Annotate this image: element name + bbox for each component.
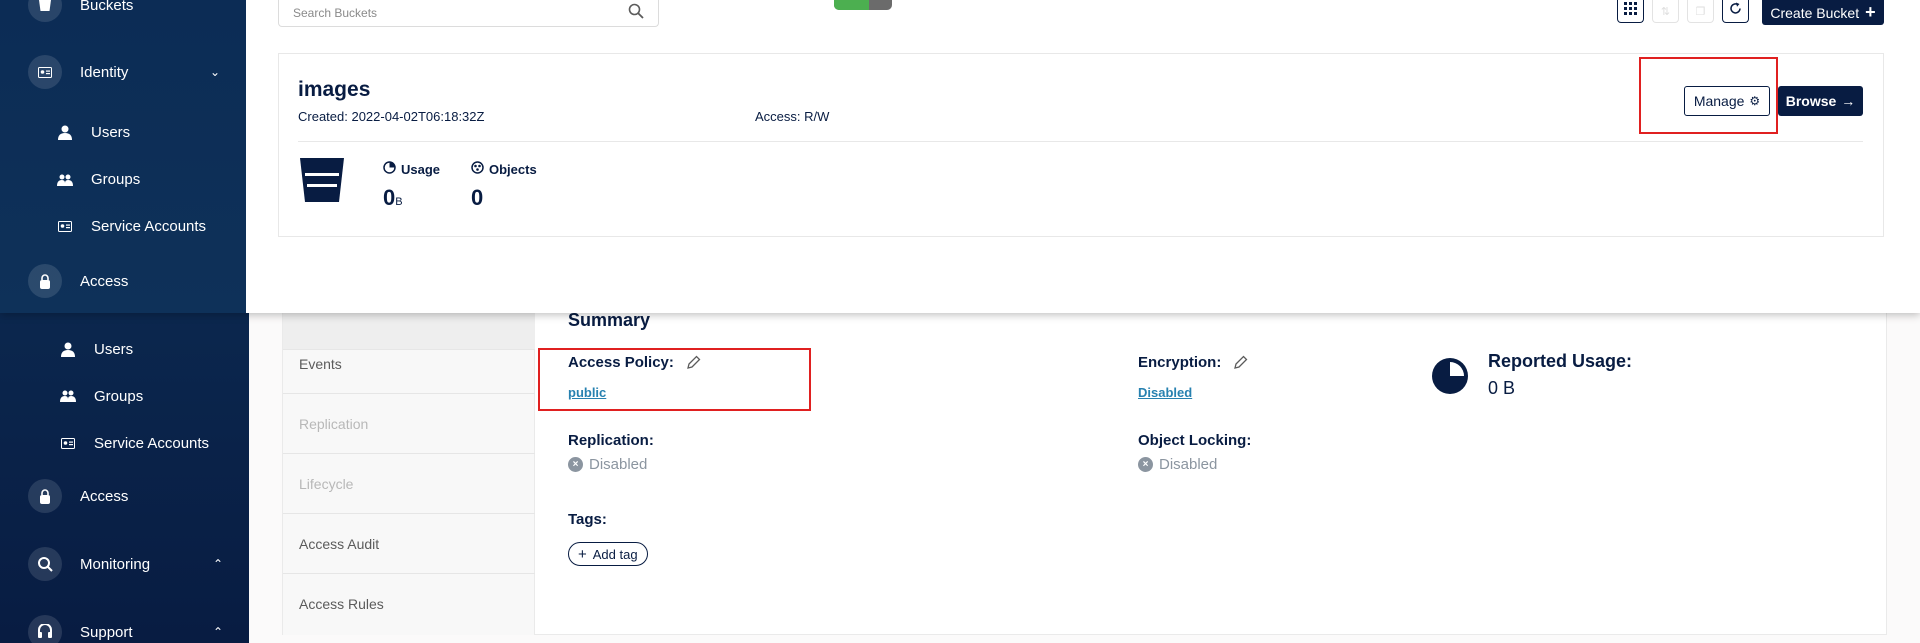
sidebar: Buckets Identity ⌄ Users Groups Service … [0,0,246,313]
sidebar-item-label: Support [80,623,133,641]
add-tag-button[interactable]: + Add tag [568,542,648,566]
chevron-up-icon[interactable]: ⌃ [213,557,223,571]
create-bucket-button[interactable]: Create Bucket + [1762,0,1884,25]
id-card-icon [28,55,62,89]
sidebar-item-monitoring[interactable]: Monitoring ⌃ [28,547,249,581]
search-buckets-field[interactable]: Search Buckets [278,0,659,27]
sidebar-item-buckets[interactable]: Buckets [28,0,133,22]
object-locking-status: × Disabled [1138,456,1217,473]
grid-icon [1624,2,1637,20]
object-locking-label: Object Locking: [1138,432,1252,449]
sidebar-item-label: Groups [91,171,141,188]
replication-status: × Disabled [568,456,647,473]
sidebar-item-identity[interactable]: Identity ⌄ [28,55,246,89]
tags-label: Tags: [568,511,607,528]
sidebar-item-access[interactable]: Access [28,264,128,298]
bucket-list-overlay: Buckets Identity ⌄ Users Groups Service … [0,0,1920,313]
browse-button[interactable]: Browse → [1778,86,1863,116]
chevron-up-icon[interactable]: ⌃ [213,625,223,639]
sidebar-item-label: Identity [80,63,129,81]
usage-label: Usage [383,161,440,177]
objects-icon [471,161,484,177]
summary-title: Summary [568,310,651,330]
copy-icon: ❐ [1695,5,1706,18]
highlight-manage [1639,57,1778,134]
sidebar-item-label: Buckets [80,0,134,14]
loading-progress-bar [834,0,892,10]
user-icon [55,125,75,140]
search-icon[interactable] [628,3,644,24]
lock-icon [28,479,62,513]
progress-fill [834,0,869,10]
arrows-icon: ⇅ [1660,5,1671,18]
sidebar-item-service-accounts[interactable]: Service Accounts [55,218,206,235]
tab-replication[interactable]: Replication [283,394,535,454]
bucket-created-date: Created: 2022-04-02T06:18:32Z [298,109,485,124]
pie-chart-icon [383,161,396,177]
highlight-access-policy [538,348,811,411]
tab-events[interactable]: Events [283,334,535,394]
sidebar-item-service-accounts[interactable]: Service Accounts [58,433,209,453]
id-card-icon [55,221,75,232]
replication-button[interactable]: ⇅ [1652,0,1679,23]
sidebar-item-label: Access [80,487,129,505]
bucket-icon [28,0,62,22]
sidebar-item-label: Service Accounts [91,218,207,235]
sidebar-item-support[interactable]: Support ⌃ [28,615,249,643]
sidebar-item-access[interactable]: Access [28,479,128,513]
sidebar-item-groups[interactable]: Groups [58,386,143,406]
groups-icon [55,174,75,186]
sidebar-item-label: Users [91,124,131,141]
groups-icon [58,386,78,406]
disabled-icon: × [1138,457,1153,472]
objects-label: Objects [471,161,537,177]
disabled-icon: × [568,457,583,472]
bucket-tabs: Events Replication Lifecycle Access Audi… [283,290,535,635]
refresh-button[interactable] [1722,0,1749,23]
plus-icon: + [578,545,587,563]
tab-access-rules[interactable]: Access Rules [283,574,535,634]
user-icon [58,339,78,359]
objects-value: 0 [471,185,484,210]
pencil-icon[interactable] [1233,355,1248,370]
arrow-right-icon: → [1841,93,1856,109]
support-icon [28,615,62,643]
sidebar-item-users[interactable]: Users [58,339,133,359]
replication-label: Replication: [568,432,654,449]
reported-usage-label: Reported Usage: [1488,351,1633,371]
copy-button[interactable]: ❐ [1687,0,1714,23]
bucket-name[interactable]: images [298,78,370,102]
search-input[interactable]: Search Buckets [293,6,628,20]
tab-lifecycle[interactable]: Lifecycle [283,454,535,514]
plus-icon: + [1865,2,1876,22]
sidebar-item-label: Access [80,272,129,290]
sidebar-item-groups[interactable]: Groups [55,171,140,188]
chevron-down-icon[interactable]: ⌄ [210,65,220,79]
sidebar-item-users[interactable]: Users [55,124,130,141]
id-card-icon [58,433,78,453]
grid-view-button[interactable] [1617,0,1644,23]
magnifier-chart-icon [28,547,62,581]
lock-icon [28,264,62,298]
usage-value: 0B [383,185,403,210]
bucket-icon [298,156,346,209]
sidebar-item-label: Users [94,340,134,358]
card-divider [298,141,1863,142]
sidebar-item-label: Monitoring [80,555,151,573]
bucket-access: Access: R/W [755,109,830,124]
encryption-label: Encryption: [1138,354,1248,371]
tab-access-audit[interactable]: Access Audit [283,514,535,574]
sidebar-item-label: Service Accounts [94,434,210,452]
pie-chart-icon [1430,356,1470,401]
reported-usage-value: 0 B [1488,378,1516,398]
encryption-link[interactable]: Disabled [1138,385,1192,400]
sidebar-item-label: Groups [94,387,144,405]
refresh-icon [1729,2,1742,20]
